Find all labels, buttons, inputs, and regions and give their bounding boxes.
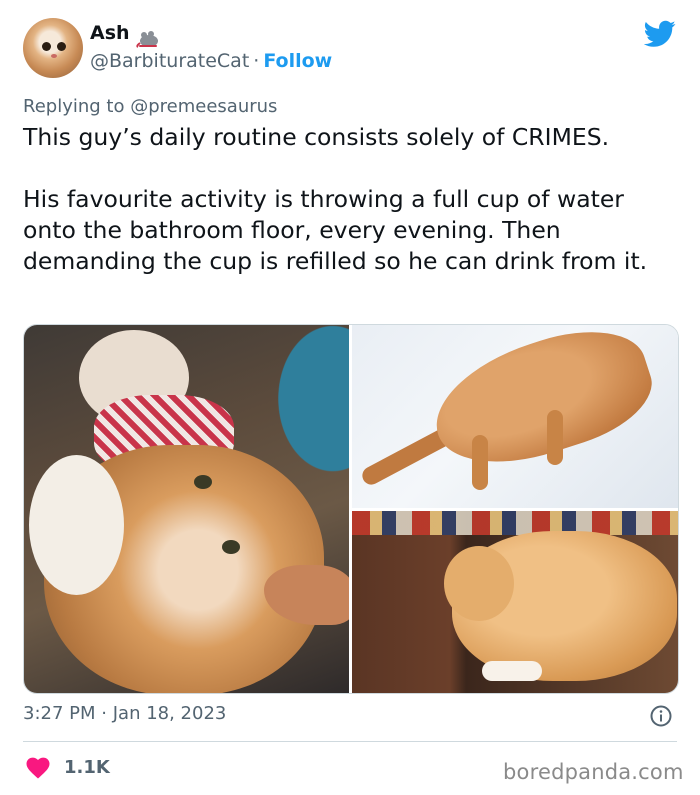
cat-paw (482, 661, 542, 681)
like-count[interactable]: 1.1K (64, 757, 110, 778)
media-grid (23, 324, 679, 694)
divider (23, 741, 677, 742)
info-icon[interactable] (650, 705, 672, 727)
replying-to: Replying to @premeesaurus (23, 96, 277, 117)
tweet-time: 3:27 PM (23, 703, 96, 724)
author-handle-row: @BarbiturateCat · Follow (90, 50, 332, 72)
orange-cat-held-closeup-photo[interactable] (24, 325, 349, 693)
tweet-paragraph: His favourite activity is throwing a ful… (23, 185, 648, 275)
mouse-icon (136, 31, 158, 48)
cat-paw (29, 455, 124, 595)
cat-leg (472, 435, 488, 490)
twitter-bird-icon[interactable] (644, 20, 676, 48)
avatar-eye (57, 42, 66, 51)
avatar-eye (42, 42, 51, 51)
avatar[interactable] (23, 18, 83, 78)
follow-button[interactable]: Follow (263, 50, 332, 72)
tweet-paragraph: This guy’s daily routine consists solely… (23, 123, 610, 151)
replying-to-prefix: Replying to (23, 96, 125, 117)
tweet-card: Ash @BarbiturateCat · Follow Replying to @… (0, 0, 700, 795)
timestamp-separator: · (101, 703, 107, 724)
replying-to-mention[interactable]: @premeesaurus (130, 96, 277, 117)
tweet-text: This guy’s daily routine consists solely… (23, 122, 683, 277)
shelf-items (352, 511, 678, 535)
cat-leg (547, 410, 563, 465)
handle-separator: · (253, 50, 260, 72)
cat-eye (194, 475, 212, 489)
watermark: boredpanda.com (503, 760, 684, 784)
avatar-nose (51, 54, 57, 58)
timestamp[interactable]: 3:27 PM · Jan 18, 2023 (23, 703, 226, 724)
author-handle[interactable]: @BarbiturateCat (90, 50, 249, 72)
orange-cat-on-shelf-photo[interactable] (352, 511, 678, 693)
cat-body (420, 325, 664, 485)
tweet-date: Jan 18, 2023 (112, 703, 227, 724)
heart-icon[interactable] (26, 757, 50, 779)
cat-eye (222, 540, 240, 554)
orange-cat-in-snow-photo[interactable] (352, 325, 678, 508)
author-name[interactable]: Ash (90, 22, 130, 44)
cat-head (444, 546, 514, 621)
